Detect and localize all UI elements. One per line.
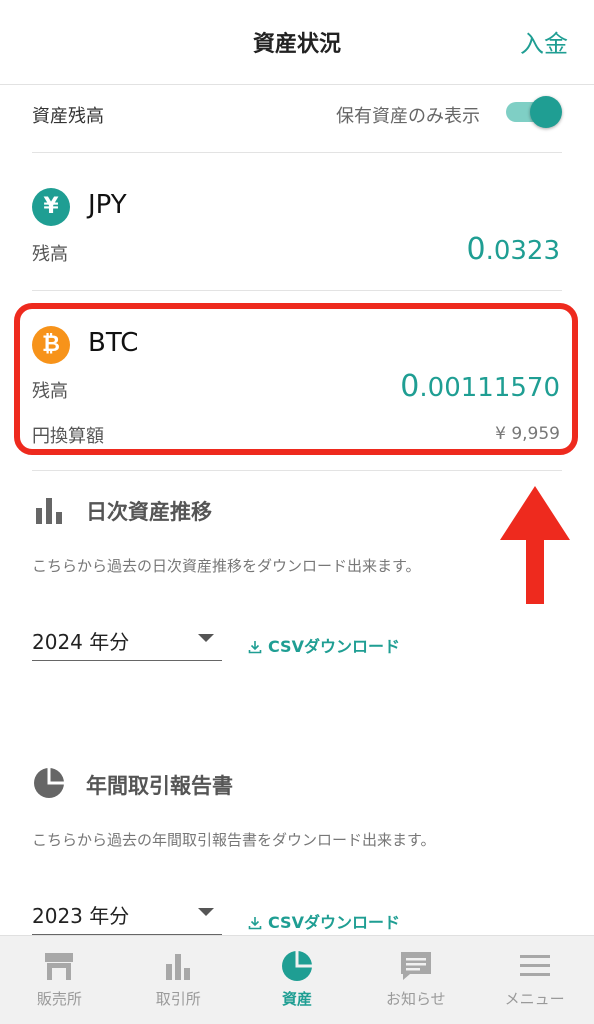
asset-name-jpy: JPY <box>88 190 127 220</box>
annual-year-select[interactable]: 2023 年分 <box>32 894 222 935</box>
nav-label-exchange: 取引所 <box>155 990 201 1008</box>
nav-label-notices: お知らせ <box>385 990 446 1008</box>
bar-chart-icon <box>36 498 62 524</box>
pie-chart-icon <box>281 951 312 981</box>
daily-section-title: 日次資産推移 <box>86 500 212 524</box>
nav-item-menu[interactable]: メニュー <box>475 936 594 1024</box>
daily-section-description: こちらから過去の日次資産推移をダウンロード出来ます。 <box>32 557 421 575</box>
jpy-balance-lead: 0 <box>466 232 486 267</box>
annual-section-description: こちらから過去の年間取引報告書をダウンロード出来ます。 <box>32 831 436 849</box>
caret-down-icon <box>198 634 214 642</box>
annual-csv-label: CSVダウンロード <box>268 913 400 932</box>
balance-row: 資産残高 保有資産のみ表示 <box>32 96 562 128</box>
total-balance-label: 資産残高 <box>32 106 104 127</box>
caret-down-icon <box>198 908 214 916</box>
nav-label-store: 販売所 <box>36 990 82 1008</box>
download-icon <box>248 641 262 654</box>
held-only-toggle[interactable] <box>504 96 562 128</box>
nav-label-assets: 資産 <box>281 990 312 1008</box>
message-icon <box>400 952 431 980</box>
jpy-balance-rest: .0323 <box>485 236 560 266</box>
nav-item-exchange[interactable]: 取引所 <box>119 936 238 1024</box>
pie-chart-icon <box>34 768 64 798</box>
arrow-up-icon <box>500 486 570 604</box>
app-header: 資産状況 入金 <box>0 0 594 85</box>
toggle-knob <box>530 96 562 128</box>
annual-csv-download-link[interactable]: CSVダウンロード <box>248 909 400 933</box>
yen-icon: ¥ <box>32 188 70 226</box>
daily-csv-label: CSVダウンロード <box>268 637 400 656</box>
nav-label-menu: メニュー <box>504 990 565 1008</box>
held-only-label: 保有資産のみ表示 <box>336 106 480 127</box>
jpy-balance-value: 0.0323 <box>466 232 560 267</box>
highlight-box <box>14 303 578 455</box>
daily-year-value: 2024 年分 <box>32 630 130 654</box>
jpy-balance-label: 残高 <box>32 244 68 265</box>
download-icon <box>248 917 262 930</box>
nav-item-assets[interactable]: 資産 <box>238 936 357 1024</box>
bar-chart-icon <box>166 954 191 980</box>
nav-item-store[interactable]: 販売所 <box>0 936 119 1024</box>
daily-year-select[interactable]: 2024 年分 <box>32 620 222 661</box>
store-icon <box>45 953 74 980</box>
menu-icon <box>519 955 550 976</box>
divider <box>32 470 562 471</box>
bottom-nav: 販売所 取引所 資産 お知らせ メニュー <box>0 935 594 1024</box>
annual-section-title: 年間取引報告書 <box>86 774 233 798</box>
divider <box>32 152 562 153</box>
daily-csv-download-link[interactable]: CSVダウンロード <box>248 633 400 657</box>
nav-item-notices[interactable]: お知らせ <box>356 936 475 1024</box>
divider <box>32 290 562 291</box>
page-title: 資産状況 <box>252 32 341 57</box>
annual-year-value: 2023 年分 <box>32 904 130 928</box>
deposit-button[interactable]: 入金 <box>520 24 568 59</box>
